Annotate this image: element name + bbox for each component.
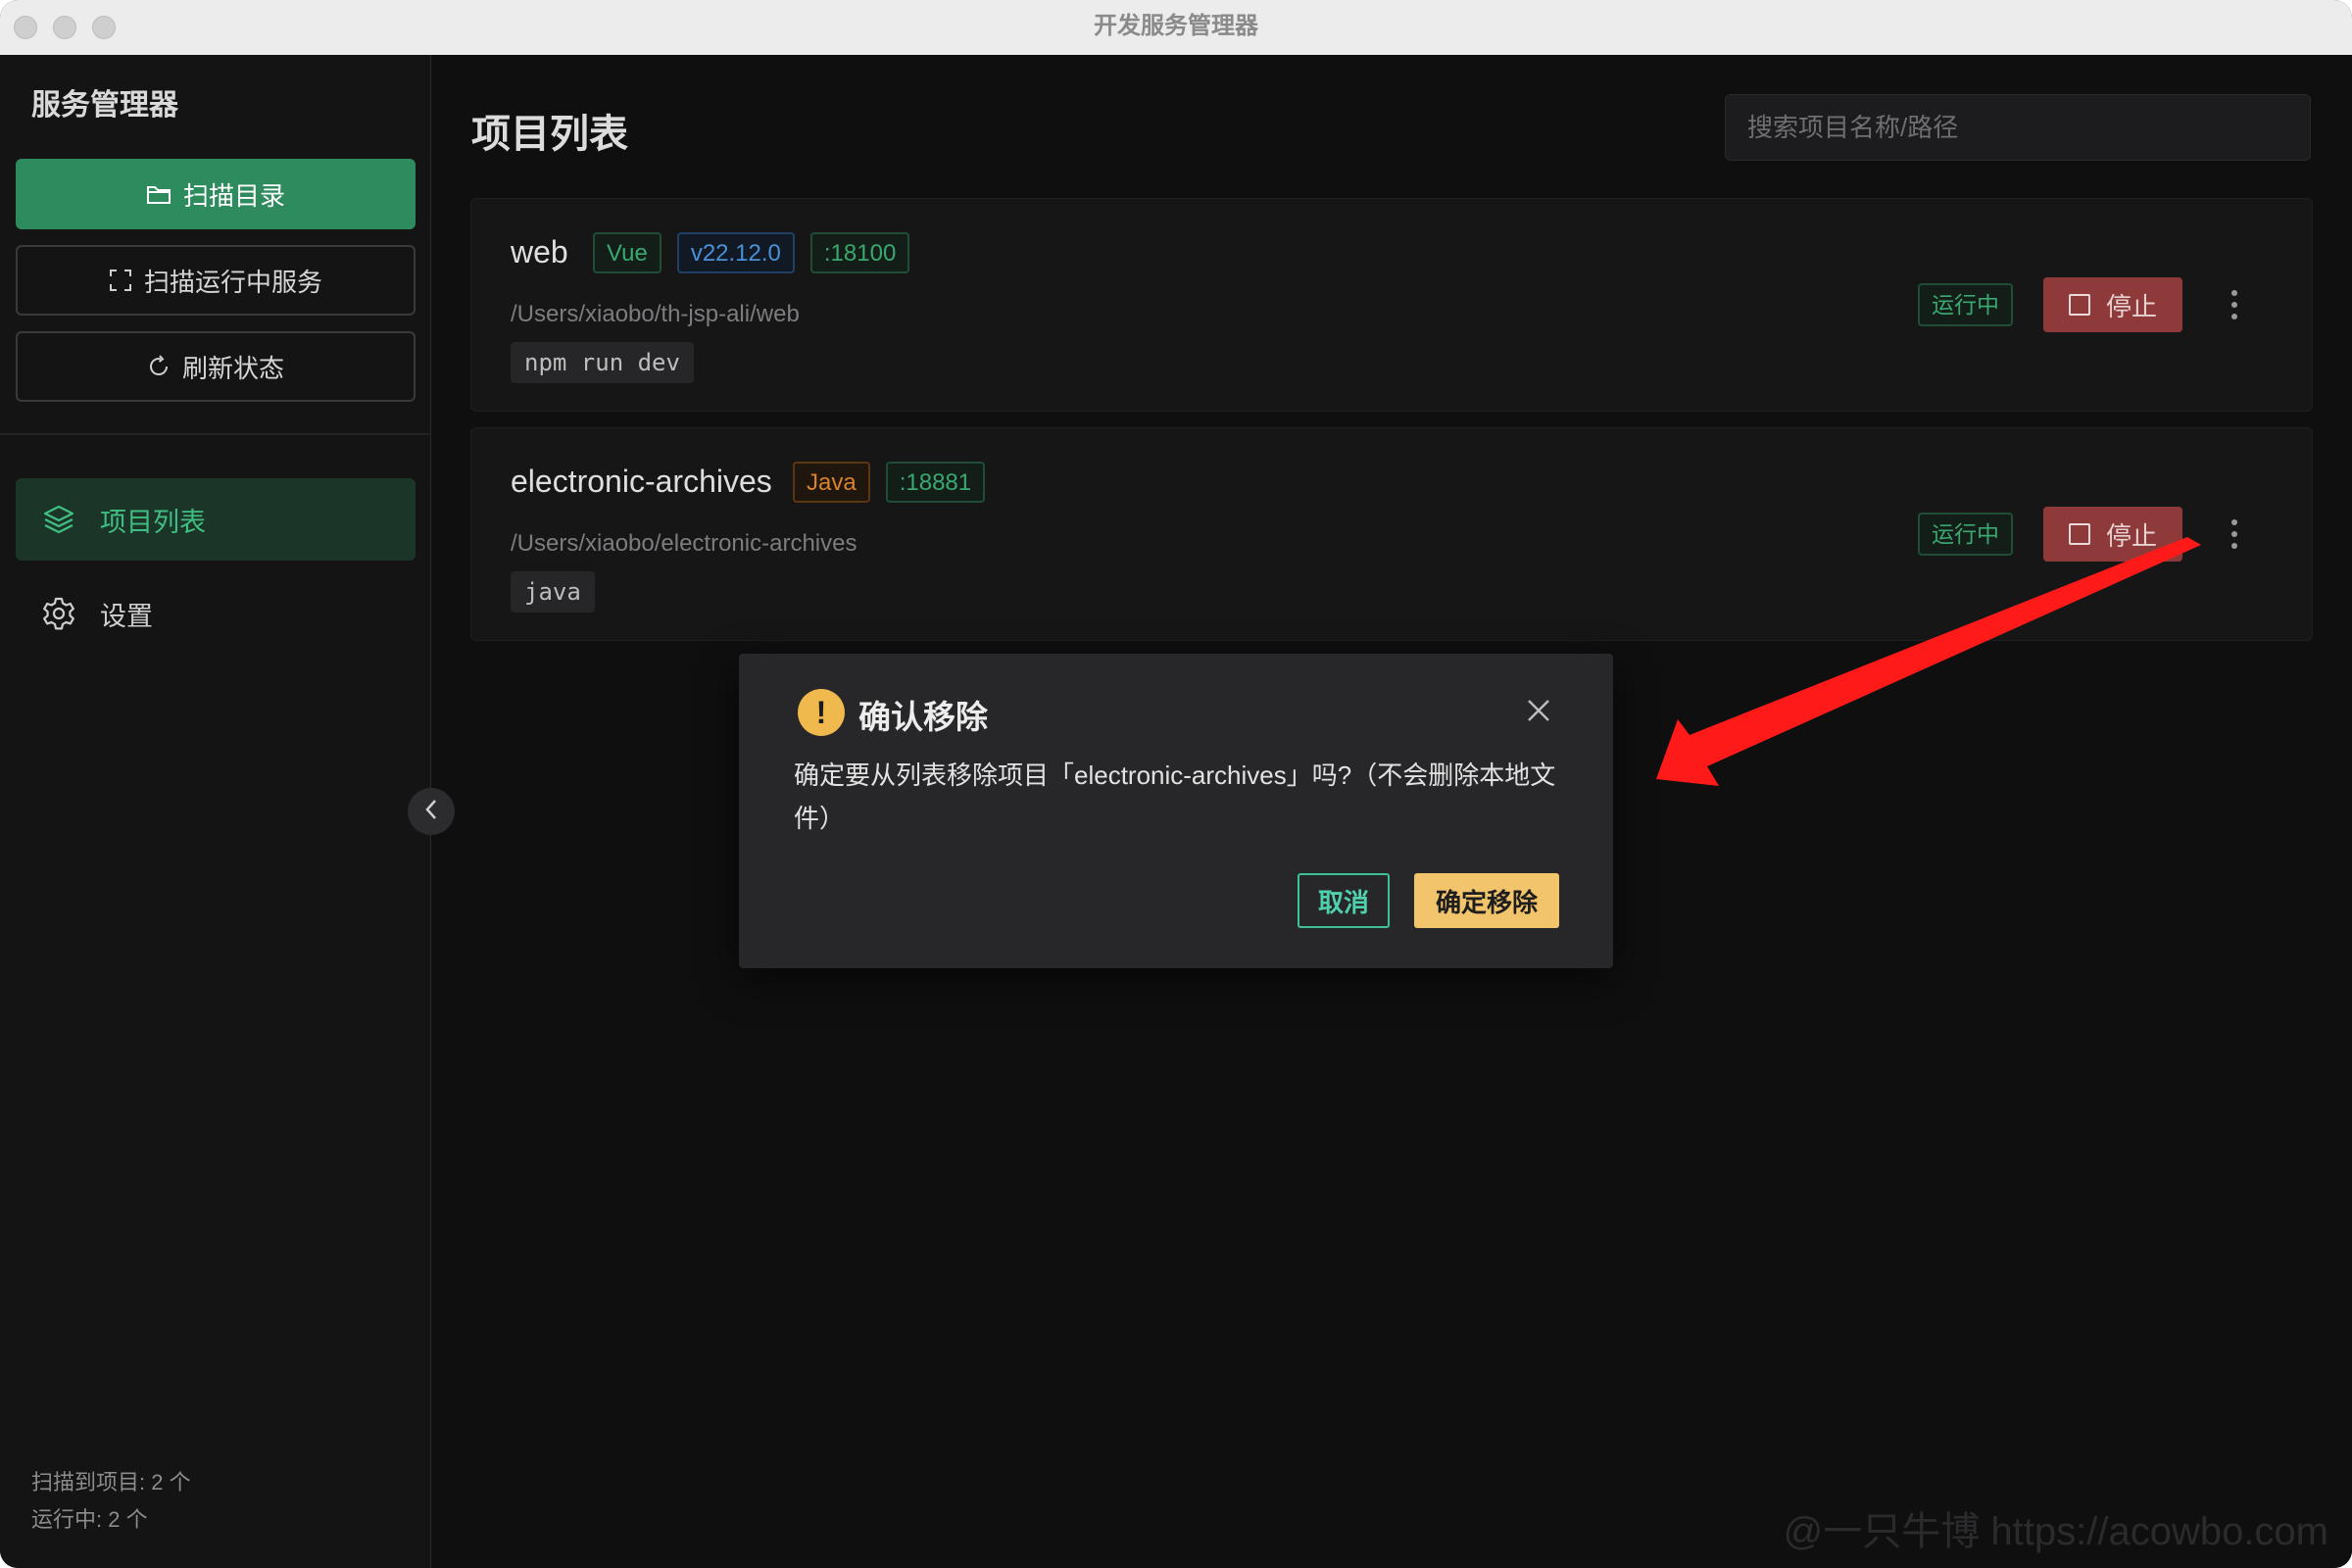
confirm-remove-dialog: ! 确认移除 确定要从列表移除项目「electronic-archives」吗?…: [739, 654, 1613, 968]
warning-icon: !: [798, 689, 845, 736]
dialog-title: 确认移除: [858, 699, 988, 735]
project-tags: Java :18881: [793, 462, 986, 503]
sidebar-stats: 扫描到项目: 2 个 运行中: 2 个: [31, 1464, 191, 1539]
port-tag: :18881: [885, 462, 986, 503]
scan-directory-button[interactable]: 扫描目录: [16, 159, 416, 229]
scanned-projects-count: 扫描到项目: 2 个: [31, 1470, 191, 1494]
scan-directory-label: 扫描目录: [182, 180, 285, 211]
status-badge: 运行中: [1918, 283, 2013, 326]
more-options-icon[interactable]: [2220, 283, 2249, 326]
sidebar-item-settings[interactable]: 设置: [16, 572, 416, 655]
version-tag: v22.12.0: [676, 232, 795, 273]
project-tags: Vue v22.12.0 :18100: [593, 232, 910, 273]
project-name: electronic-archives: [511, 464, 772, 499]
framework-tag: Vue: [593, 232, 662, 273]
status-badge: 运行中: [1918, 513, 2013, 556]
stop-button[interactable]: 停止: [2043, 277, 2182, 332]
project-path: /Users/xiaobo/electronic-archives: [511, 530, 858, 557]
sidebar-item-label: 设置: [100, 601, 153, 631]
project-command: npm run dev: [511, 342, 694, 383]
project-card: electronic-archives Java :18881 /Users/x…: [470, 427, 2313, 641]
running-services-count: 运行中: 2 个: [31, 1507, 148, 1532]
search-input[interactable]: [1725, 94, 2311, 161]
more-options-icon[interactable]: [2220, 513, 2249, 556]
watermark: @一只牛博 https://acowbo.com: [1783, 1510, 2328, 1553]
project-path: /Users/xiaobo/th-jsp-ali/web: [511, 301, 800, 327]
stop-label: 停止: [2105, 291, 2157, 321]
stop-button[interactable]: 停止: [2043, 507, 2182, 562]
dialog-message: 确定要从列表移除项目「electronic-archives」吗?（不会删除本地…: [794, 760, 1556, 833]
project-name: web: [511, 234, 568, 270]
refresh-icon: [147, 355, 171, 378]
app-window: 开发服务管理器 服务管理器 扫描目录 扫描运行中服务 刷新状态 项目列表 设置 …: [0, 0, 2352, 1568]
scan-running-services-label: 扫描运行中服务: [143, 267, 322, 297]
window-title: 开发服务管理器: [1094, 13, 1258, 39]
app-name: 服务管理器: [31, 89, 178, 122]
refresh-status-label: 刷新状态: [181, 353, 284, 383]
title-bar: 开发服务管理器: [0, 0, 2352, 56]
collapse-sidebar-button[interactable]: [408, 788, 455, 835]
close-icon[interactable]: [1523, 695, 1554, 726]
cancel-button[interactable]: 取消: [1298, 873, 1390, 928]
chevron-left-icon: [423, 798, 439, 826]
refresh-status-button[interactable]: 刷新状态: [16, 331, 416, 402]
sidebar-item-label: 项目列表: [100, 507, 206, 537]
stop-icon: [2068, 294, 2090, 316]
stop-label: 停止: [2105, 520, 2157, 551]
scan-icon: [109, 269, 132, 292]
folder-icon: [146, 183, 172, 205]
layers-icon: [39, 500, 78, 539]
sidebar-divider: [0, 433, 430, 435]
project-card: web Vue v22.12.0 :18100 /Users/xiaobo/th…: [470, 198, 2313, 412]
confirm-remove-button[interactable]: 确定移除: [1414, 873, 1559, 928]
project-command: java: [511, 571, 595, 612]
gear-icon: [39, 594, 78, 633]
scan-running-services-button[interactable]: 扫描运行中服务: [16, 245, 416, 316]
sidebar-item-projects[interactable]: 项目列表: [16, 478, 416, 561]
stop-icon: [2068, 523, 2090, 545]
sidebar: 服务管理器 扫描目录 扫描运行中服务 刷新状态 项目列表 设置 扫描到项目: 2…: [0, 55, 431, 1568]
page-title: 项目列表: [471, 113, 628, 156]
port-tag: :18100: [809, 232, 910, 273]
language-tag: Java: [793, 462, 870, 503]
